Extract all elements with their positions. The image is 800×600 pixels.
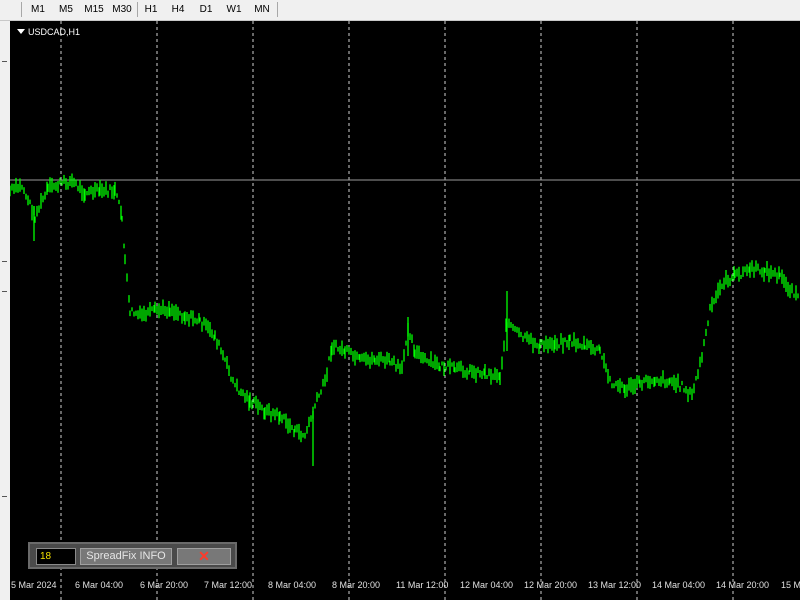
time-axis-label: 5 Mar 2024 — [11, 580, 57, 590]
symbol-text: USDCAD,H1 — [28, 27, 81, 37]
time-axis-label: 12 Mar 04:00 — [460, 580, 514, 590]
spreadfix-info-button[interactable]: SpreadFix INFO — [80, 548, 172, 565]
time-axis-label: 8 Mar 04:00 — [268, 580, 317, 590]
timeframe-button-m1[interactable]: M1 — [24, 1, 52, 18]
toolbar-separator — [21, 2, 22, 17]
spreadfix-panel: 18 SpreadFix INFO ✕ — [28, 542, 237, 569]
price-chart[interactable]: USDCAD,H1 18 SpreadFix INFO ✕ 5 Mar 2024… — [10, 21, 800, 600]
time-axis-label: 14 Mar 04:00 — [652, 580, 706, 590]
time-axis-label: 7 Mar 12:00 — [204, 580, 253, 590]
timeframe-button-mn[interactable]: MN — [248, 1, 276, 18]
time-axis-label: 13 Mar 12:00 — [588, 580, 642, 590]
close-icon: ✕ — [198, 548, 210, 564]
edge-mark — [2, 261, 7, 262]
time-axis-label: 12 Mar 20:00 — [524, 580, 578, 590]
price-bars — [10, 173, 799, 466]
timeframe-button-m15[interactable]: M15 — [80, 1, 108, 18]
time-axis-label: 15 M — [781, 580, 800, 590]
edge-mark — [2, 291, 7, 292]
chart-canvas[interactable] — [10, 21, 800, 600]
spread-value-field[interactable]: 18 — [36, 548, 76, 565]
dropdown-triangle-icon[interactable] — [17, 29, 25, 34]
edge-mark — [2, 496, 7, 497]
symbol-label: USDCAD,H1 — [17, 27, 81, 37]
timeframe-button-m5[interactable]: M5 — [52, 1, 80, 18]
time-axis-label: 11 Mar 12:00 — [396, 580, 449, 590]
edge-mark — [2, 61, 7, 62]
time-axis-label: 6 Mar 04:00 — [75, 580, 124, 590]
toolbar-separator — [277, 2, 278, 17]
timeframe-button-h1[interactable]: H1 — [138, 1, 164, 18]
time-axis-label: 6 Mar 20:00 — [140, 580, 189, 590]
timeframe-toolbar: M1 M5 M15 M30 H1 H4 D1 W1 MN — [0, 0, 800, 21]
timeframe-button-m30[interactable]: M30 — [108, 1, 136, 18]
left-edge-strip — [0, 21, 10, 600]
timeframe-button-h4[interactable]: H4 — [164, 1, 192, 18]
close-panel-button[interactable]: ✕ — [177, 548, 231, 565]
time-axis-label: 8 Mar 20:00 — [332, 580, 381, 590]
time-axis-label: 14 Mar 20:00 — [716, 580, 770, 590]
timeframe-button-d1[interactable]: D1 — [192, 1, 220, 18]
grid-lines — [60, 21, 734, 600]
timeframe-button-w1[interactable]: W1 — [220, 1, 248, 18]
